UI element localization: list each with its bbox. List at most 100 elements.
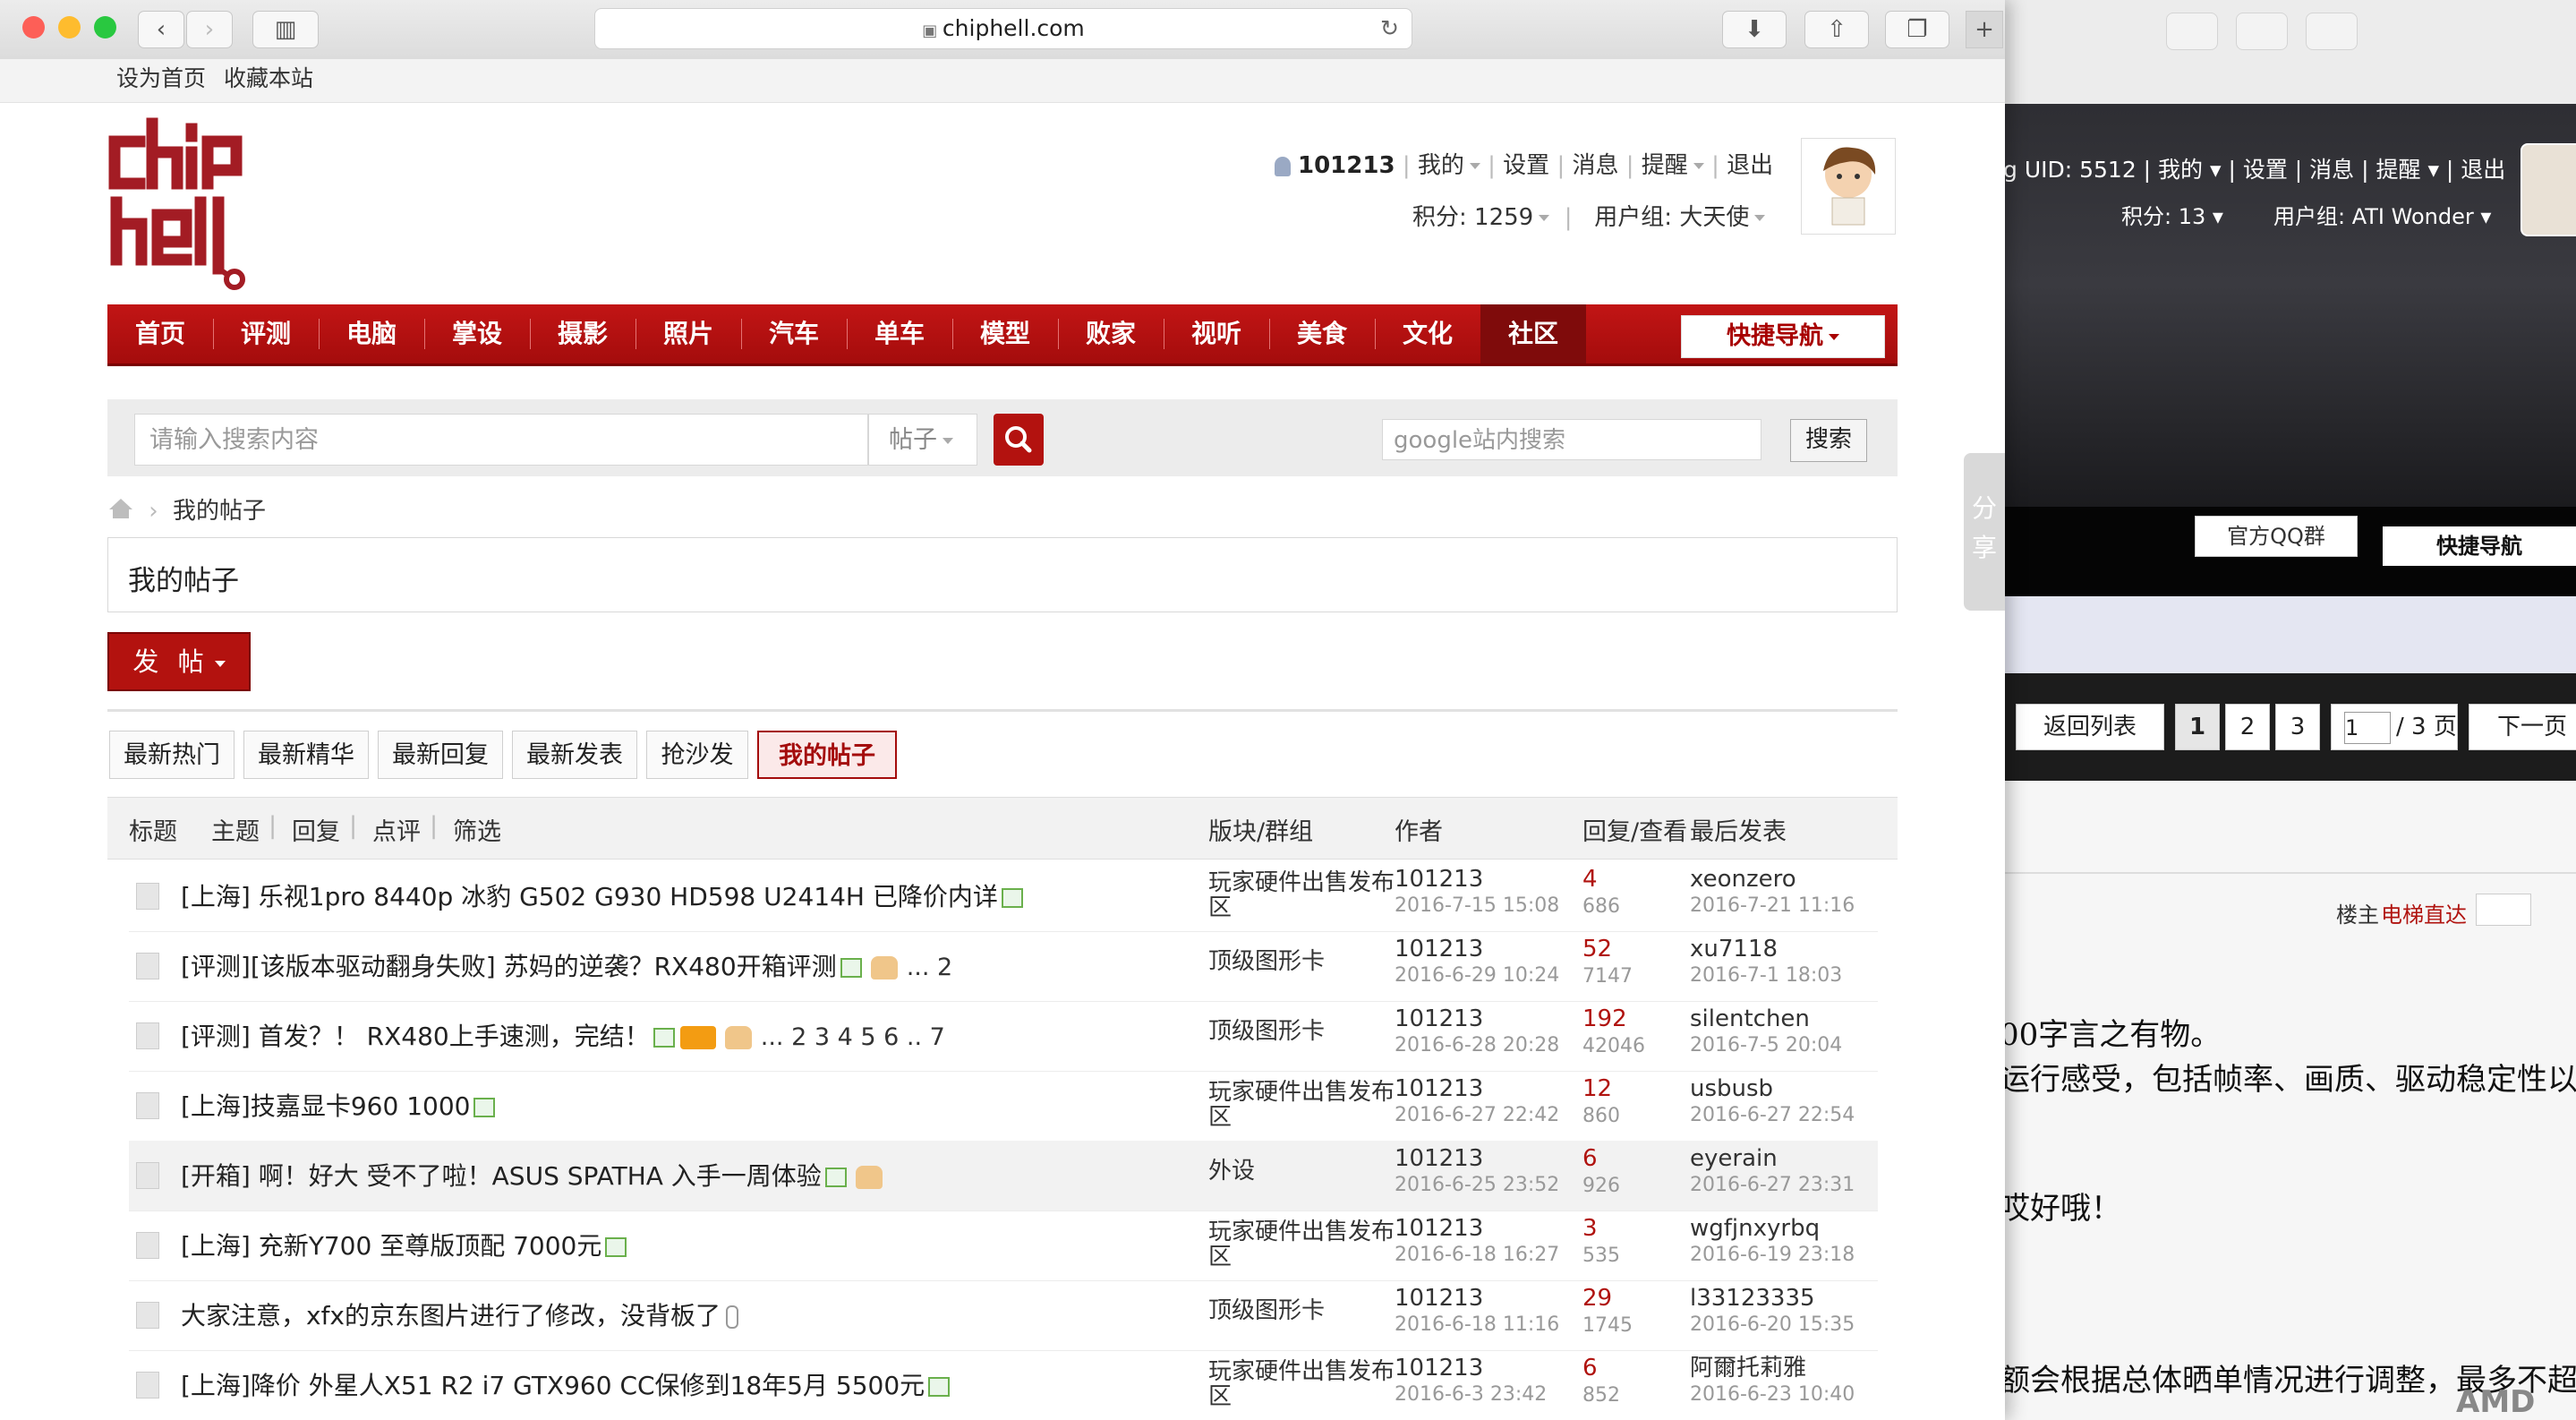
mine-menu[interactable]: 我的 xyxy=(1418,152,1464,179)
reload-icon[interactable]: ↻ xyxy=(1380,9,1399,48)
last-user-link[interactable]: xu7118 xyxy=(1690,936,1778,962)
share-icon[interactable]: ⇧ xyxy=(1804,11,1869,48)
tabs-icon[interactable]: ❐ xyxy=(1885,11,1949,48)
last-date-link[interactable]: 2016-7-1 18:03 xyxy=(1690,964,1842,987)
author-link[interactable]: 101213 xyxy=(1395,1145,1483,1172)
minimize-window-icon[interactable] xyxy=(58,16,81,38)
nav-item-bikes[interactable]: 单车 xyxy=(847,304,952,364)
author-link[interactable]: 101213 xyxy=(1395,1215,1483,1242)
bookmark-link[interactable]: 收藏本站 xyxy=(224,61,313,93)
tab-latest-digest[interactable]: 最新精华 xyxy=(243,731,369,779)
thread-forum[interactable]: 玩家硬件出售发布区 xyxy=(1208,870,1405,920)
nav-item-models[interactable]: 模型 xyxy=(952,304,1058,364)
last-date-link[interactable]: 2016-6-23 10:40 xyxy=(1690,1383,1855,1406)
bg-elevator-input[interactable] xyxy=(2476,894,2531,926)
nav-item-handheld[interactable]: 掌设 xyxy=(424,304,530,364)
set-home-link[interactable]: 设为首页 xyxy=(116,61,206,93)
thread-title[interactable]: [评测][该版本驱动翻身失败] 苏妈的逆袭？RX480开箱评测... 2 xyxy=(181,947,952,983)
address-bar[interactable]: ▣ chiphell.com ↻ xyxy=(594,8,1412,49)
zoom-window-icon[interactable] xyxy=(94,16,116,38)
back-icon[interactable]: ‹ xyxy=(138,11,184,48)
chiphell-logo[interactable] xyxy=(106,116,258,295)
download-icon[interactable]: ⬇ xyxy=(1722,11,1787,48)
thread-forum[interactable]: 顶级图形卡 xyxy=(1208,1019,1405,1044)
last-user-link[interactable]: xeonzero xyxy=(1690,866,1796,893)
bg-next-page-button[interactable]: 下一页 xyxy=(2469,704,2576,750)
search-button[interactable] xyxy=(994,414,1044,466)
new-post-button[interactable]: 发 帖 xyxy=(107,632,251,691)
nav-item-computer[interactable]: 电脑 xyxy=(319,304,424,364)
last-user-link[interactable]: silentchen xyxy=(1690,1005,1810,1032)
author-link[interactable]: 101213 xyxy=(1395,936,1483,962)
thread-forum[interactable]: 外设 xyxy=(1208,1159,1405,1184)
last-date-link[interactable]: 2016-7-5 20:04 xyxy=(1690,1034,1842,1056)
settings-link[interactable]: 设置 xyxy=(1503,152,1549,179)
thread-forum[interactable]: 玩家硬件出售发布区 xyxy=(1208,1219,1405,1270)
header-reply[interactable]: 回复 xyxy=(292,812,340,847)
last-date-link[interactable]: 2016-6-27 23:31 xyxy=(1690,1174,1855,1196)
nav-item-photos[interactable]: 照片 xyxy=(635,304,741,364)
header-topic[interactable]: 主题 xyxy=(211,812,260,847)
author-link[interactable]: 101213 xyxy=(1395,1355,1483,1382)
logout-link[interactable]: 退出 xyxy=(1727,152,1773,179)
nav-item-shopping[interactable]: 败家 xyxy=(1058,304,1164,364)
last-user-link[interactable]: l33123335 xyxy=(1690,1285,1815,1312)
author-link[interactable]: 101213 xyxy=(1395,1005,1483,1032)
nav-item-audio-video[interactable]: 视听 xyxy=(1164,304,1269,364)
thread-pages[interactable]: ... 2 xyxy=(907,954,953,981)
last-user-link[interactable]: wgfjnxyrbq xyxy=(1690,1215,1820,1242)
search-type-select[interactable]: 帖子 xyxy=(868,414,977,466)
forward-icon[interactable]: › xyxy=(186,11,233,48)
thread-title[interactable]: [上海] 乐视1pro 8440p 冰豹 G502 G930 HD598 U24… xyxy=(181,877,1023,913)
close-window-icon[interactable] xyxy=(22,16,45,38)
points-menu[interactable]: 积分: 1259 xyxy=(1412,204,1533,231)
username-link[interactable]: 101213 xyxy=(1298,152,1395,179)
last-date-link[interactable]: 2016-7-21 11:16 xyxy=(1690,894,1855,917)
thread-pages[interactable]: ... 2 3 4 5 6 .. 7 xyxy=(761,1023,945,1051)
last-date-link[interactable]: 2016-6-20 15:35 xyxy=(1690,1313,1855,1336)
author-link[interactable]: 101213 xyxy=(1395,866,1483,893)
share-side-tab[interactable]: 分享 xyxy=(1964,453,2005,611)
nav-item-home[interactable]: 首页 xyxy=(107,304,213,364)
tab-latest-hot[interactable]: 最新热门 xyxy=(109,731,235,779)
google-search-button[interactable]: 搜索 xyxy=(1790,419,1867,462)
thread-forum[interactable]: 玩家硬件出售发布区 xyxy=(1208,1359,1405,1409)
thread-forum[interactable]: 顶级图形卡 xyxy=(1208,1298,1405,1323)
thread-title[interactable]: [开箱] 啊！好大 受不了啦！ASUS SPATHA 入手一周体验 xyxy=(181,1157,883,1193)
bg-page-2[interactable]: 2 xyxy=(2225,704,2270,750)
last-date-link[interactable]: 2016-6-19 23:18 xyxy=(1690,1244,1855,1266)
tab-latest-post[interactable]: 最新发表 xyxy=(512,731,637,779)
bg-page-input[interactable]: 1 xyxy=(2344,711,2391,744)
sidebar-icon[interactable]: ▥ xyxy=(252,11,319,48)
thread-title[interactable]: [上海] 充新Y700 至尊版顶配 7000元 xyxy=(181,1227,627,1262)
nav-item-cars[interactable]: 汽车 xyxy=(741,304,847,364)
bg-quick-nav[interactable]: 快捷导航 xyxy=(2383,526,2576,566)
last-user-link[interactable]: 阿爾托莉雅 xyxy=(1690,1355,1806,1382)
thread-forum[interactable]: 玩家硬件出售发布区 xyxy=(1208,1080,1405,1130)
bg-op-label[interactable]: 楼主 xyxy=(2336,897,2379,928)
user-group-menu[interactable]: 用户组: 大天使 xyxy=(1594,204,1749,231)
tab-sofa[interactable]: 抢沙发 xyxy=(646,731,748,779)
reminders-menu[interactable]: 提醒 xyxy=(1642,152,1688,179)
header-filter[interactable]: 筛选 xyxy=(453,812,501,847)
tab-latest-reply[interactable]: 最新回复 xyxy=(378,731,503,779)
bg-share-icon[interactable] xyxy=(2236,13,2288,50)
bg-page-3[interactable]: 3 xyxy=(2275,704,2320,750)
thread-title[interactable]: [上海]降价 外星人X51 R2 i7 GTX960 CC保修到18年5月 55… xyxy=(181,1366,951,1402)
nav-item-food[interactable]: 美食 xyxy=(1269,304,1375,364)
tab-my-posts[interactable]: 我的帖子 xyxy=(757,731,897,779)
last-user-link[interactable]: eyerain xyxy=(1690,1145,1778,1172)
bg-avatar[interactable] xyxy=(2521,143,2576,236)
nav-item-culture[interactable]: 文化 xyxy=(1375,304,1480,364)
bg-qq-group-button[interactable]: 官方QQ群 xyxy=(2195,516,2358,557)
thread-forum[interactable]: 顶级图形卡 xyxy=(1208,949,1405,974)
bg-back-list-button[interactable]: 返回列表 xyxy=(2016,704,2164,750)
messages-link[interactable]: 消息 xyxy=(1572,152,1618,179)
search-input[interactable]: 请输入搜索内容 xyxy=(134,414,868,466)
nav-item-community[interactable]: 社区 xyxy=(1480,304,1586,364)
thread-title[interactable]: [上海]技嘉显卡960 1000 xyxy=(181,1087,496,1123)
new-tab-icon[interactable]: + xyxy=(1966,11,2003,48)
bg-page-1[interactable]: 1 xyxy=(2175,704,2220,750)
bg-download-icon[interactable] xyxy=(2166,13,2218,50)
header-rate[interactable]: 点评 xyxy=(372,812,421,847)
